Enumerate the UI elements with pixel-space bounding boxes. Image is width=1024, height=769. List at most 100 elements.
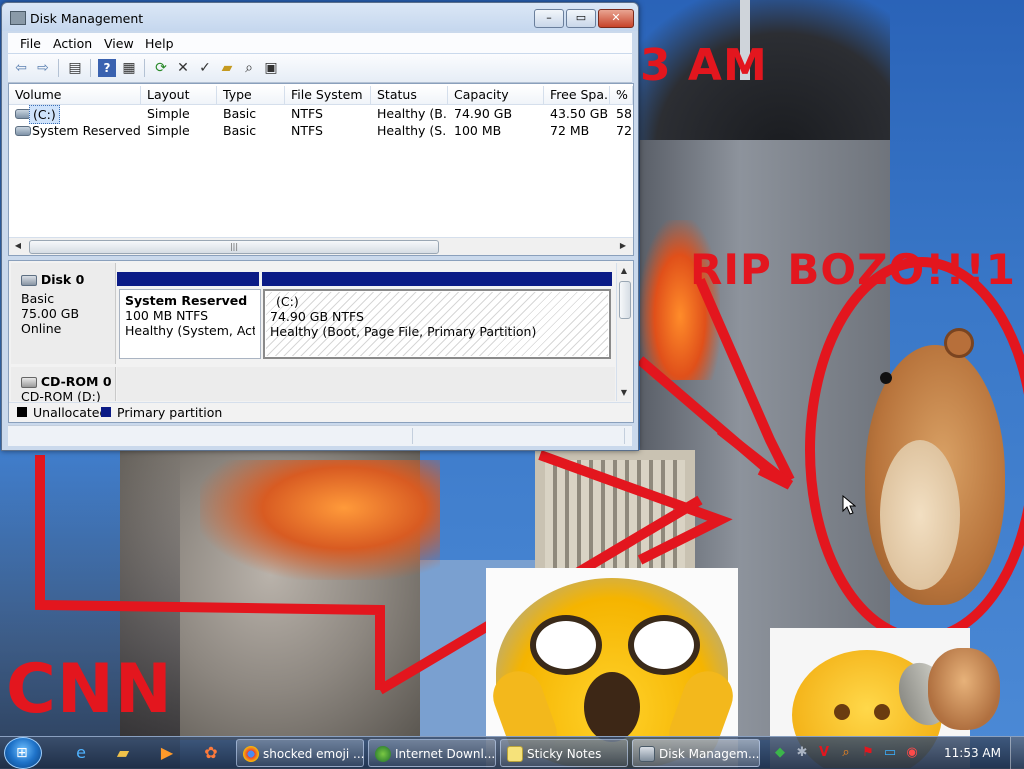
vertical-scrollbar[interactable]: ▲ ▼	[616, 263, 632, 401]
menu-file[interactable]: File	[20, 36, 41, 51]
emoji-mouth	[584, 672, 640, 742]
media-player-icon[interactable]: ▶	[150, 740, 184, 766]
menu-view[interactable]: View	[104, 36, 134, 51]
display-icon[interactable]: ▭	[882, 745, 898, 761]
volume-capacity: 100 MB	[454, 123, 502, 138]
taskbar-button-label: shocked emoji ...	[263, 747, 365, 761]
help-icon[interactable]: ?	[98, 59, 116, 77]
windows-logo-icon: ⊞	[16, 745, 28, 761]
pinned-app-icon[interactable]: ✿	[194, 740, 228, 766]
column-header-free-space[interactable]: Free Spa...	[544, 86, 610, 104]
taskbar-button-label: Internet Downl...	[395, 747, 496, 761]
delete-icon[interactable]: ✕	[174, 59, 192, 77]
volume-file-system: NTFS	[291, 106, 323, 121]
taskbar-button-chrome[interactable]: shocked emoji ...	[236, 739, 364, 767]
scroll-down-icon[interactable]: ▼	[618, 387, 630, 399]
check-icon[interactable]: ✓	[196, 59, 214, 77]
refresh-icon[interactable]: ⟳	[152, 59, 170, 77]
emoji-left-eye	[530, 615, 602, 675]
hamster-belly	[880, 440, 960, 590]
disk-name: Disk 0	[40, 272, 85, 287]
column-header-layout[interactable]: Layout	[141, 86, 217, 104]
emoji-right-eye	[628, 615, 700, 675]
scrollbar-thumb[interactable]	[619, 281, 631, 319]
drive-icon	[15, 126, 31, 136]
disk-management-window[interactable]: Disk Management – ▭ ✕ File Action View H…	[1, 2, 639, 451]
column-header-capacity[interactable]: Capacity	[448, 86, 544, 104]
taskbar-clock[interactable]: 11:53 AM	[944, 746, 1001, 760]
disk-0-label[interactable]: Disk 0 Basic 75.00 GB Online	[11, 263, 116, 364]
disk-type: Basic	[21, 291, 55, 306]
emoji-face-eye	[874, 704, 890, 720]
start-button[interactable]: ⊞	[4, 737, 42, 769]
taskbar-button-disk-management[interactable]: Disk Managem...	[632, 739, 760, 767]
partition-status: Healthy (Boot, Page File, Primary Partit…	[270, 324, 537, 339]
toolbar: ⇦ ⇨ ▤ ? ▦ ⟳ ✕ ✓ ▰ ⌕ ▣	[8, 54, 632, 83]
taskbar-button-internet-download-manager[interactable]: Internet Downl...	[368, 739, 496, 767]
show-hide-console-tree-icon[interactable]: ▤	[66, 59, 84, 77]
partition-system-reserved[interactable]: System Reserved 100 MB NTFS Healthy (Sys…	[119, 289, 261, 359]
column-header-volume[interactable]: Volume	[9, 86, 141, 104]
recording-icon[interactable]: ◉	[904, 745, 920, 761]
menu-help[interactable]: Help	[145, 36, 174, 51]
volume-file-system: NTFS	[291, 123, 323, 138]
tray-settings-icon[interactable]: ✱	[794, 745, 810, 761]
volume-free-space: 72 MB	[550, 123, 590, 138]
windows-explorer-icon[interactable]: ▰	[106, 740, 140, 766]
partition-name: (C:)	[276, 294, 299, 309]
partition-name: System Reserved	[125, 293, 248, 308]
maximize-button[interactable]: ▭	[566, 9, 596, 28]
horizontal-scrollbar[interactable]: ◀ ||| ▶	[9, 237, 633, 255]
internet-explorer-icon[interactable]: e	[64, 740, 98, 766]
scroll-up-icon[interactable]: ▲	[618, 265, 630, 277]
column-header-percent-free[interactable]: % F	[610, 86, 633, 104]
volume-percent-free: 72	[616, 123, 632, 138]
partition-c-drive[interactable]: (C:) 74.90 GB NTFS Healthy (Boot, Page F…	[263, 289, 611, 359]
toolbar-separator	[144, 59, 145, 77]
column-header-status[interactable]: Status	[371, 86, 448, 104]
toolbar-separator	[90, 59, 91, 77]
export-list-icon[interactable]: ▣	[262, 59, 280, 77]
scrollbar-thumb[interactable]: |||	[29, 240, 439, 254]
column-header-file-system[interactable]: File System	[285, 86, 371, 104]
legend: Unallocated Primary partition	[9, 402, 631, 421]
antivirus-icon[interactable]: V	[816, 745, 832, 761]
search-icon[interactable]: ⌕	[240, 59, 258, 77]
properties-icon[interactable]: ▦	[120, 59, 138, 77]
disk-graphical-view[interactable]: Disk 0 Basic 75.00 GB Online System Rese…	[8, 260, 634, 423]
volume-type: Basic	[223, 106, 257, 121]
close-button[interactable]: ✕	[598, 9, 634, 28]
partition-bar	[117, 272, 259, 286]
column-header-type[interactable]: Type	[217, 86, 285, 104]
table-row[interactable]: (C:) Simple Basic NTFS Healthy (B... 74.…	[9, 105, 633, 124]
network-globe-icon[interactable]: ◆	[772, 745, 788, 761]
legend-swatch-primary	[101, 407, 111, 417]
hamster-ear	[944, 328, 974, 358]
taskbar-button-sticky-notes[interactable]: Sticky Notes	[500, 739, 628, 767]
open-folder-icon[interactable]: ▰	[218, 59, 236, 77]
title-bar[interactable]: Disk Management – ▭ ✕	[2, 3, 638, 31]
legend-label-primary: Primary partition	[117, 405, 223, 420]
legend-label-unallocated: Unallocated	[33, 405, 108, 420]
forward-arrow-icon[interactable]: ⇨	[34, 59, 52, 77]
volume-list[interactable]: Volume Layout Type File System Status Ca…	[8, 83, 634, 256]
table-row[interactable]: System Reserved Simple Basic NTFS Health…	[9, 122, 633, 139]
disk-management-icon	[639, 746, 655, 762]
cdrom-empty-area[interactable]	[117, 367, 615, 401]
cdrom-0-header: CD-ROM 0	[21, 374, 112, 389]
show-desktop-button[interactable]	[1010, 737, 1024, 769]
menu-action[interactable]: Action	[53, 36, 92, 51]
menu-bar: File Action View Help	[8, 33, 632, 53]
minimize-button[interactable]: –	[534, 9, 564, 28]
back-arrow-icon[interactable]: ⇦	[12, 59, 30, 77]
tray-search-icon[interactable]: ⌕	[838, 745, 854, 761]
partition-size: 74.90 GB NTFS	[270, 309, 364, 324]
status-bar	[8, 425, 632, 446]
meme-text-rip: RIP BOZO!!!1	[690, 245, 1016, 294]
taskbar-button-label: Sticky Notes	[527, 747, 602, 761]
cdrom-0-label[interactable]: CD-ROM 0 CD-ROM (D:)	[11, 367, 116, 404]
scroll-left-icon[interactable]: ◀	[12, 240, 24, 252]
scroll-right-icon[interactable]: ▶	[617, 240, 629, 252]
mini-hamster-image	[928, 648, 1000, 730]
action-center-flag-icon[interactable]: ⚑	[860, 745, 876, 761]
